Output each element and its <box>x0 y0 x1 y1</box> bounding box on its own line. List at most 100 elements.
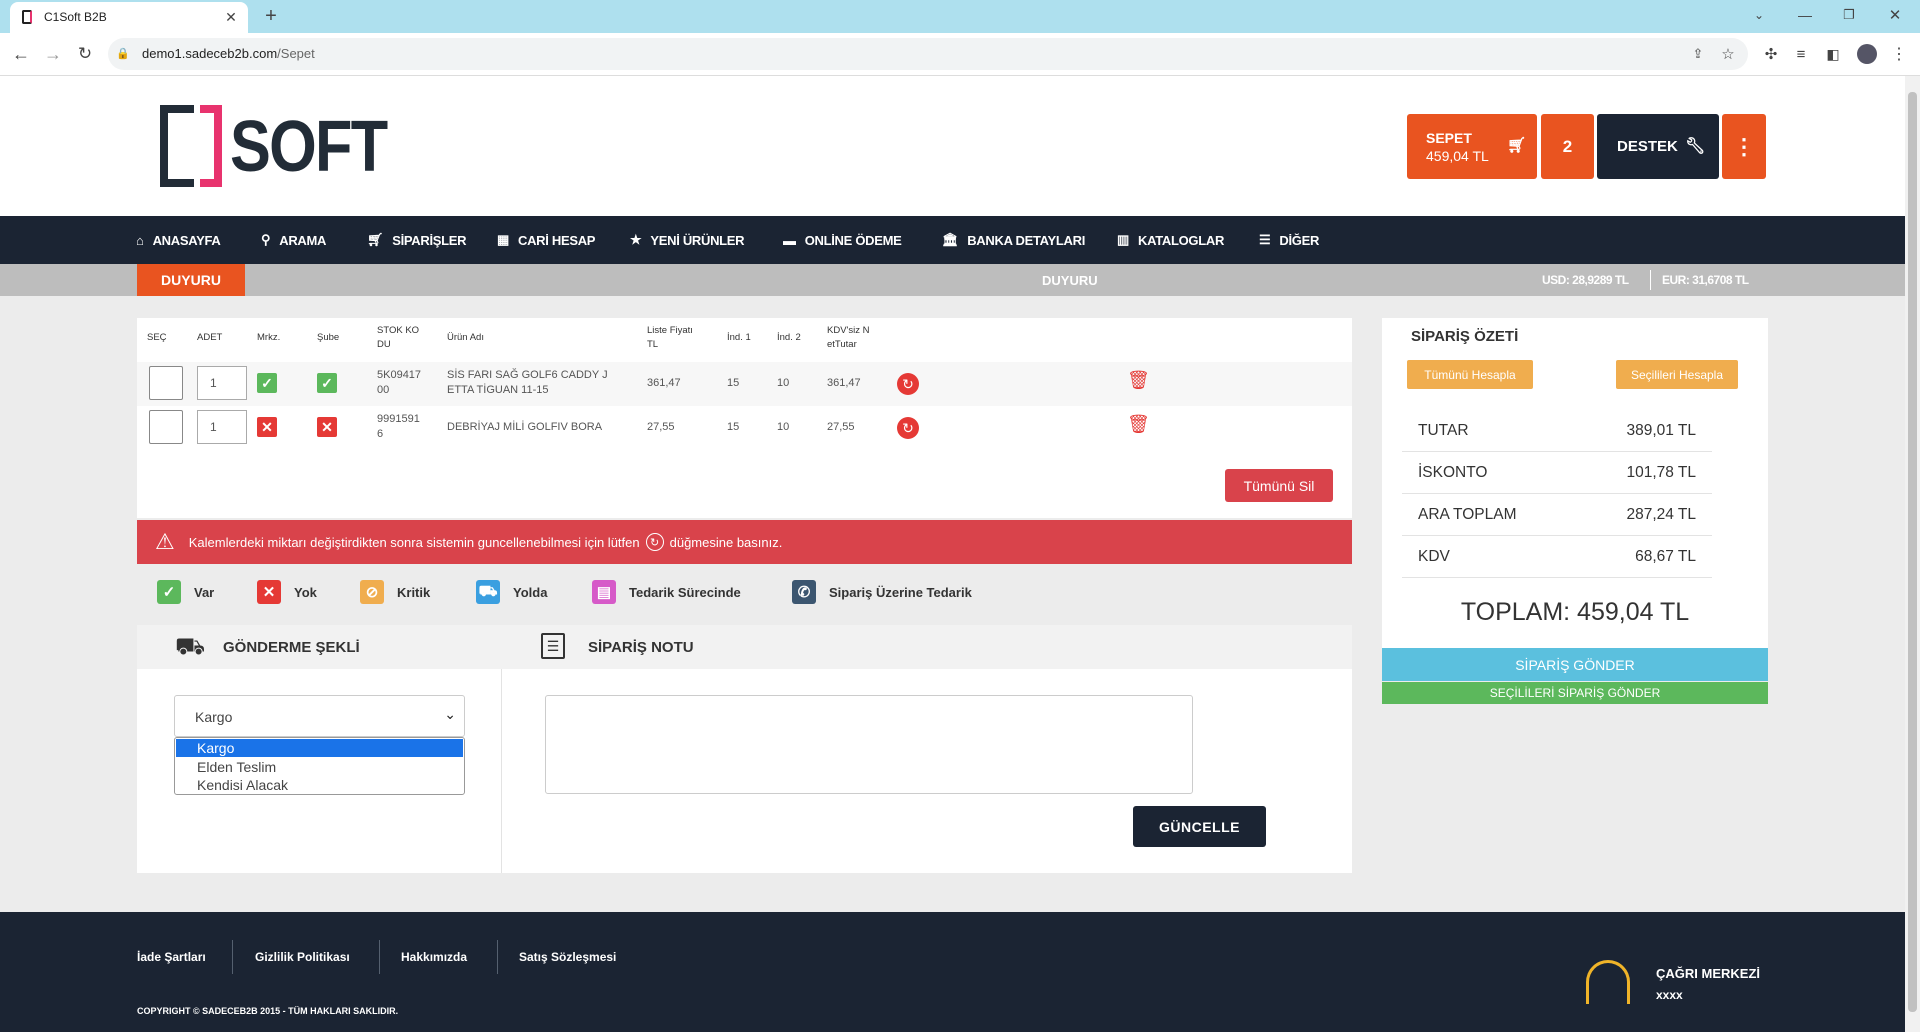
cart-button[interactable]: SEPET 459,04 TL 🛒︎ <box>1407 114 1537 179</box>
nav-item-online-payment[interactable]: ▬ ONLİNE ÖDEME <box>783 216 902 264</box>
browser-menu-icon[interactable]: ⋮ <box>1888 43 1910 65</box>
reload-icon[interactable]: ↻ <box>74 43 96 65</box>
quantity-input[interactable]: 1 <box>197 410 247 444</box>
dropdown-option[interactable]: Elden Teslim <box>176 758 463 776</box>
legend-var: ✓ Var <box>157 580 214 604</box>
nav-item-orders[interactable]: 🛒︎ SİPARİŞLER <box>367 216 467 264</box>
discount-2: 10 <box>777 421 790 433</box>
nav-item-bank-details[interactable]: 🏛︎ BANKA DETAYLARI <box>942 216 1085 264</box>
delete-all-button[interactable]: Tümünü Sil <box>1225 469 1333 502</box>
calendar-icon: ▤ <box>592 580 616 604</box>
refresh-row-icon[interactable]: ↻ <box>897 417 919 439</box>
site-logo[interactable]: SOFT <box>160 103 388 189</box>
legend-label: Sipariş Üzerine Tedarik <box>829 584 972 600</box>
col-header-disc1: İnd. 1 <box>727 332 751 343</box>
ban-icon: ⊘ <box>360 580 384 604</box>
credit-card-icon: ▬ <box>783 232 796 248</box>
more-menu-button[interactable]: ⋮ <box>1722 114 1766 179</box>
forward-icon[interactable]: → <box>42 43 64 65</box>
dropdown-option[interactable]: Kargo <box>176 739 463 757</box>
new-tab-icon[interactable]: + <box>260 5 282 27</box>
nav-item-search[interactable]: ⚲ ARAMA <box>261 216 326 264</box>
col-header-select: SEÇ <box>147 332 167 343</box>
call-center-number: xxxx <box>1656 988 1683 1002</box>
announcement-text: DUYURU <box>1042 273 1098 288</box>
legend-label: Yolda <box>513 584 548 600</box>
footer-link-privacy[interactable]: Gizlilik Politikası <box>255 950 350 964</box>
list-price: 361,47 <box>647 377 681 389</box>
vertical-dots-icon: ⋮ <box>1733 133 1755 159</box>
support-button[interactable]: DESTEK 🔧︎ <box>1597 114 1719 179</box>
quantity-input[interactable]: 1 <box>197 366 247 400</box>
cart-count-badge[interactable]: 2 <box>1541 114 1594 179</box>
delete-all-label: Tümünü Sil <box>1243 477 1315 494</box>
logo-text: SOFT <box>230 107 388 187</box>
nav-label: ONLİNE ÖDEME <box>804 232 902 248</box>
profile-avatar[interactable] <box>1857 44 1877 64</box>
address-bar[interactable]: 🔒 demo1.sadeceb2b.com/Sepet ⇪ ☆ <box>108 38 1748 70</box>
col-header-product: Ürün Adı <box>447 332 484 343</box>
col-header-branch: Şube <box>317 332 340 343</box>
delete-row-icon[interactable]: 🗑︎ <box>1127 370 1150 391</box>
send-selected-button[interactable]: SEÇİLİLERİ SİPARİŞ GÖNDER <box>1382 682 1768 704</box>
update-button[interactable]: GÜNCELLE <box>1133 806 1266 847</box>
nav-item-account[interactable]: ▦ CARİ HESAP <box>497 216 595 264</box>
footer-link-sales[interactable]: Satış Sözleşmesi <box>519 950 616 964</box>
nav-item-other[interactable]: ☰ DİĞER <box>1259 216 1319 264</box>
calc-all-button[interactable]: Tümünü Hesapla <box>1407 360 1533 389</box>
product-code: 5K09417 00 <box>377 368 421 398</box>
nav-item-catalogs[interactable]: ▥ KATALOGLAR <box>1117 216 1224 264</box>
calc-all-label: Tümünü Hesapla <box>1424 367 1516 382</box>
refresh-row-icon[interactable]: ↻ <box>897 373 919 395</box>
footer-link-iade[interactable]: İade Şartları <box>137 950 206 964</box>
tab-search-icon[interactable]: ⌄ <box>1748 4 1770 26</box>
list-icon: ☰ <box>1259 232 1271 247</box>
row-select-checkbox[interactable] <box>149 410 183 444</box>
nav-label: CARİ HESAP <box>517 232 596 248</box>
summary-value: 68,67 TL <box>1635 548 1696 565</box>
copyright: COPYRIGHT © SADECEB2B 2015 - TÜM HAKLARI… <box>137 1006 399 1016</box>
delete-row-icon[interactable]: 🗑︎ <box>1127 414 1150 435</box>
col-header-center: Mrkz. <box>257 332 281 343</box>
media-icon[interactable]: ≡ <box>1790 43 1812 65</box>
headset-icon <box>1586 960 1630 1004</box>
home-icon: ⌂ <box>136 232 144 248</box>
announcement-badge-label: DUYURU <box>161 272 221 288</box>
close-tab-icon[interactable]: ✕ <box>222 8 240 26</box>
quantity-value: 1 <box>210 376 217 390</box>
shipping-select[interactable]: Kargo ⌄ <box>174 695 465 737</box>
restore-icon[interactable]: ❐ <box>1838 4 1860 26</box>
calc-selected-button[interactable]: Seçilileri Hesapla <box>1616 360 1738 389</box>
eur-rate: EUR: 31,6708 TL <box>1662 273 1749 287</box>
product-code-line2: 00 <box>377 384 390 396</box>
extensions-icon[interactable]: ✣ <box>1760 43 1782 65</box>
legend-label: Yok <box>294 584 317 600</box>
nav-item-home[interactable]: ⌂ ANASAYFA <box>136 216 221 264</box>
col-header-net-line2: etTutar <box>827 339 857 350</box>
close-window-icon[interactable]: ✕ <box>1884 4 1906 26</box>
browser-toolbar: ← → ↻ 🔒 demo1.sadeceb2b.com/Sepet ⇪ ☆ ✣ … <box>0 33 1920 76</box>
footer-divider <box>497 940 498 974</box>
dropdown-option[interactable]: Kendisi Alacak <box>176 776 463 794</box>
cross-icon: ✕ <box>257 580 281 604</box>
scrollbar-thumb[interactable] <box>1908 92 1917 1012</box>
nav-item-new-products[interactable]: ★ YENİ ÜRÜNLER <box>630 216 745 264</box>
send-order-button[interactable]: SİPARİŞ GÖNDER <box>1382 648 1768 681</box>
minimize-icon[interactable]: — <box>1794 4 1816 26</box>
calculator-icon: ▦ <box>497 232 509 247</box>
bookmark-star-icon[interactable]: ☆ <box>1718 44 1738 64</box>
sidepanel-icon[interactable]: ◧ <box>1822 43 1844 65</box>
back-icon[interactable]: ← <box>10 43 32 65</box>
stock-available-icon: ✓ <box>257 373 277 393</box>
legend-yok: ✕ Yok <box>257 580 317 604</box>
list-icon: ☰ <box>541 633 565 659</box>
browser-tab[interactable]: C1Soft B2B ✕ <box>10 2 248 33</box>
order-note-textarea[interactable] <box>545 695 1193 794</box>
product-code-line1: 9991591 <box>377 413 420 425</box>
row-select-checkbox[interactable] <box>149 366 183 400</box>
summary-label: KDV <box>1418 548 1450 565</box>
page-scrollbar[interactable] <box>1905 76 1920 1032</box>
col-header-qty: ADET <box>197 332 223 343</box>
share-icon[interactable]: ⇪ <box>1688 44 1708 64</box>
footer-link-about[interactable]: Hakkımızda <box>401 950 467 964</box>
